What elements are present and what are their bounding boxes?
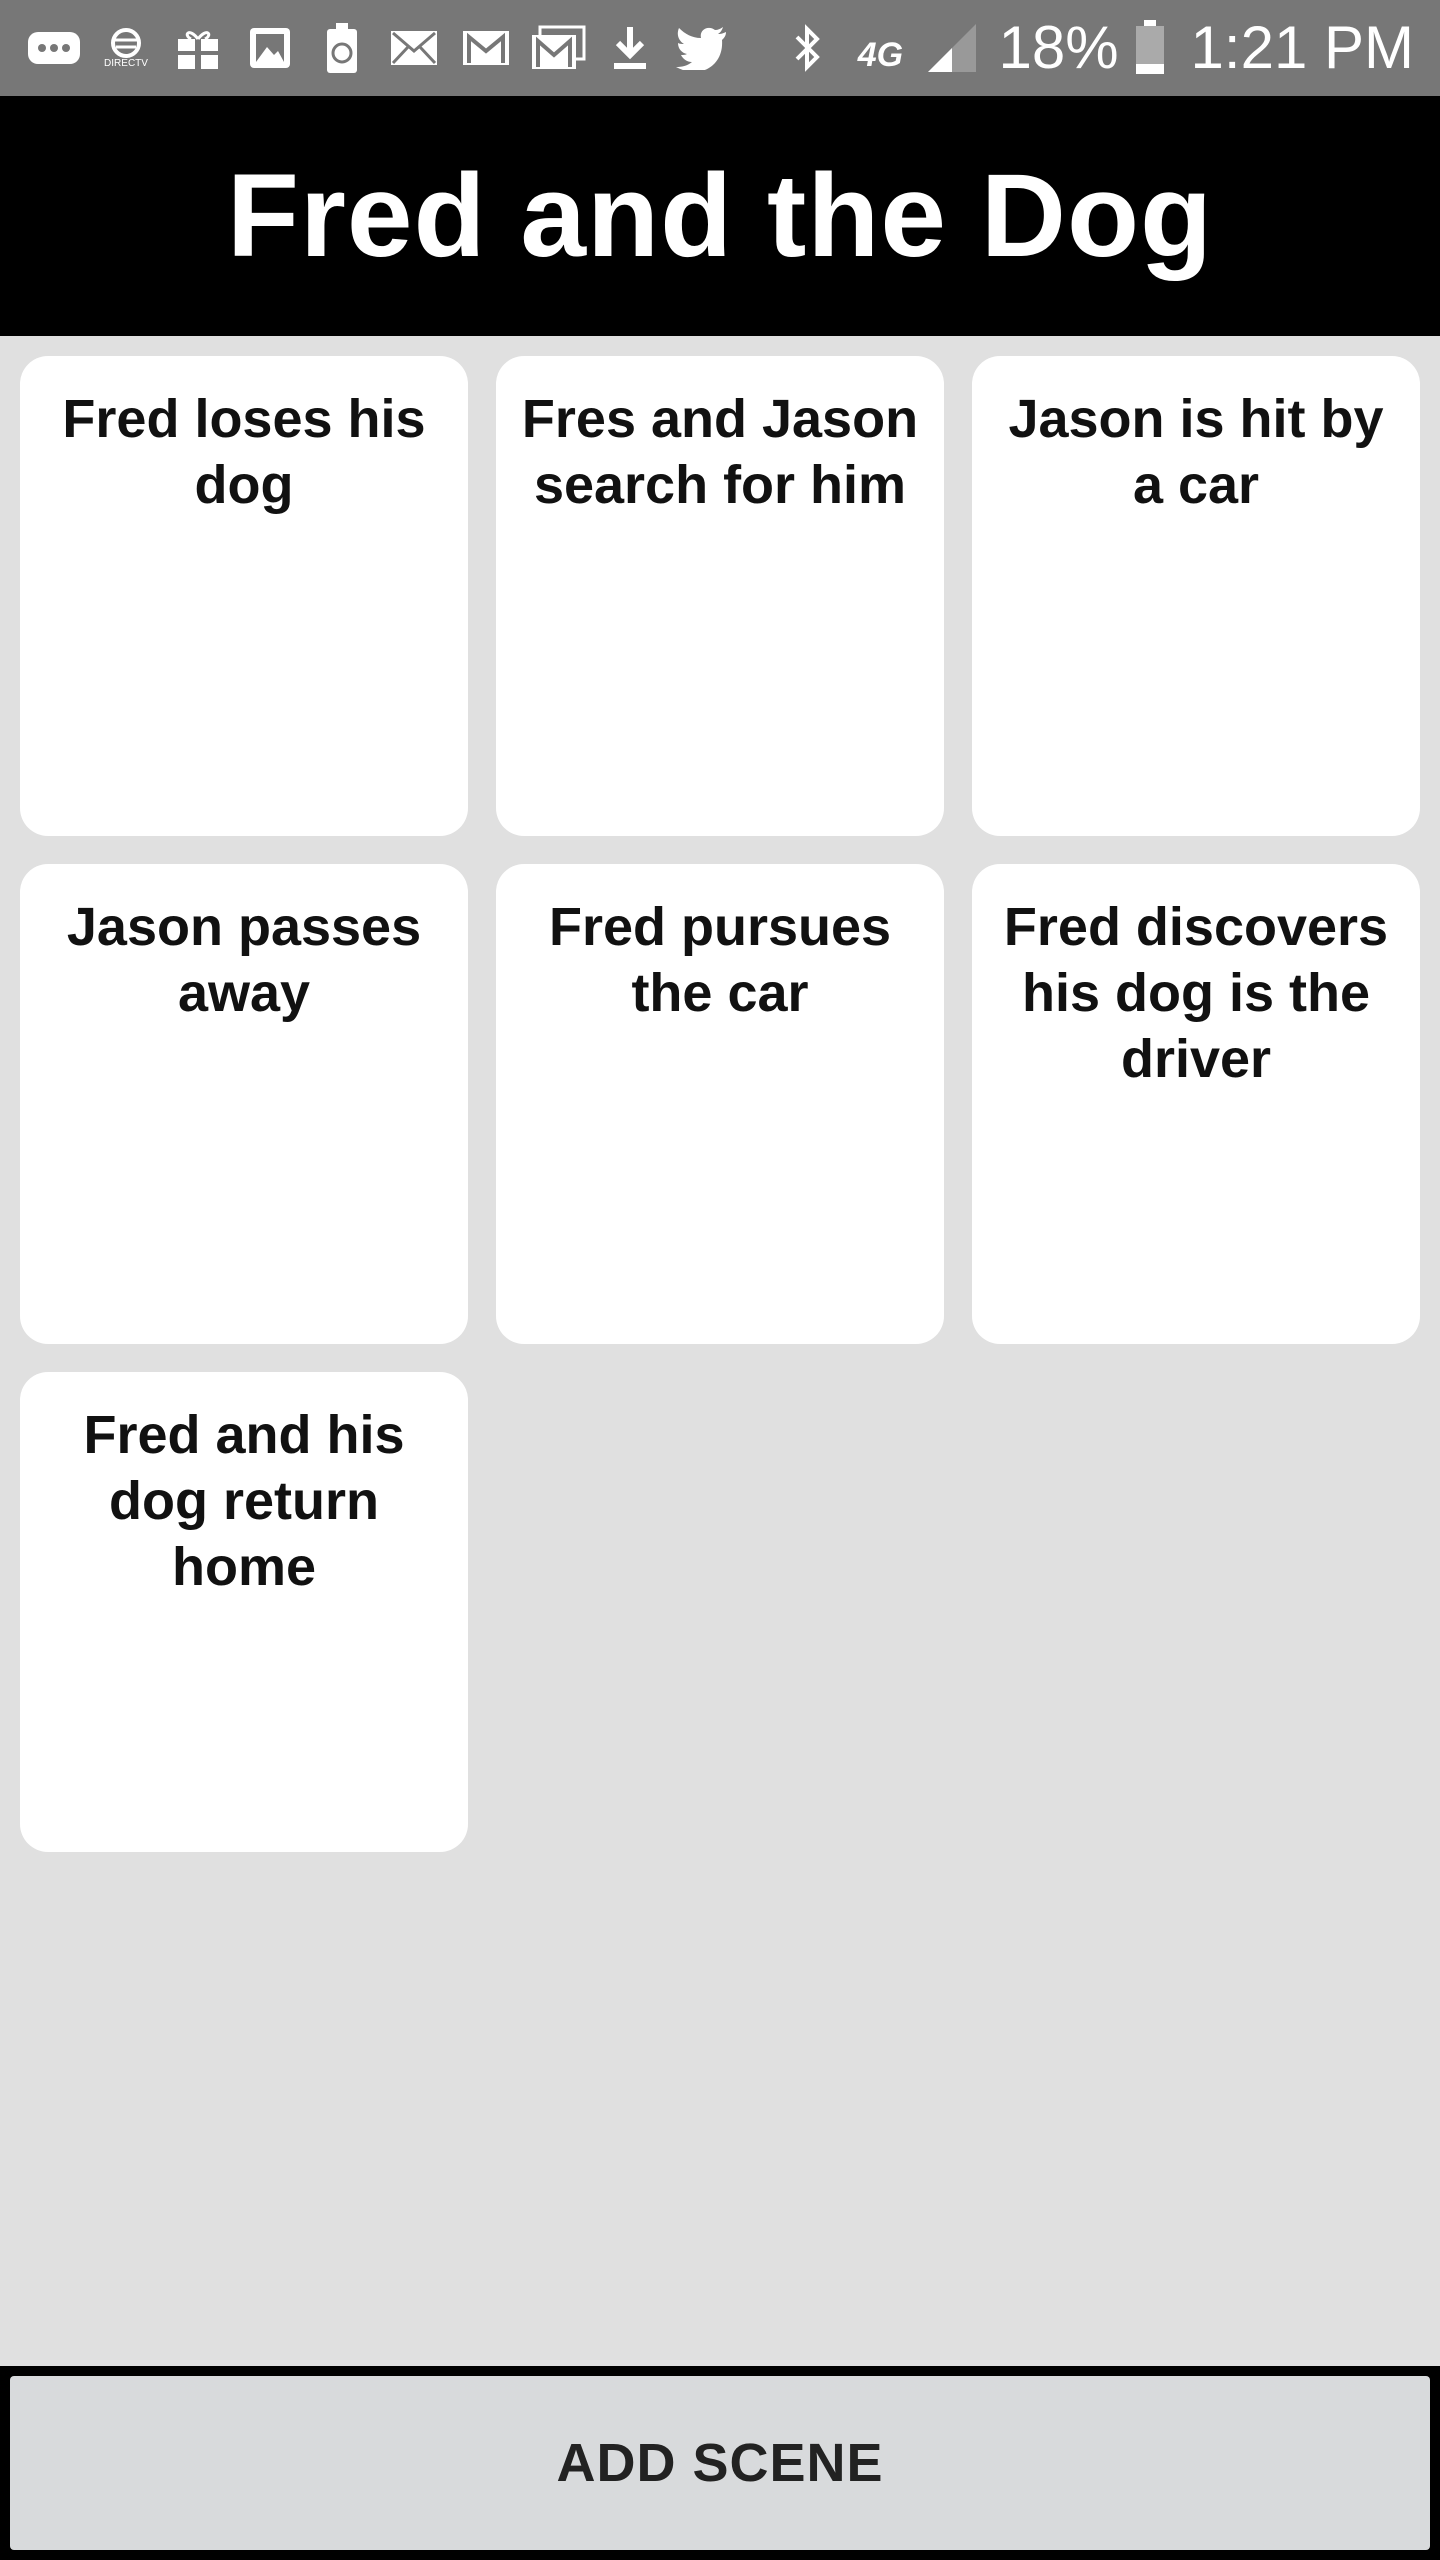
notification-icons: DIRECTV bbox=[26, 20, 746, 76]
scene-card[interactable]: Fred and his dog return home bbox=[20, 1372, 468, 1852]
twitter-icon bbox=[674, 20, 730, 76]
bluetooth-icon bbox=[780, 20, 836, 76]
carrier-label: DIRECTV bbox=[104, 57, 148, 69]
scene-label: Fred loses his dog bbox=[62, 389, 426, 515]
signal-icon bbox=[924, 20, 980, 76]
image-icon bbox=[242, 20, 298, 76]
email-icon bbox=[386, 20, 442, 76]
bottom-action-bar: ADD SCENE bbox=[0, 2366, 1440, 2560]
status-bar: DIRECTV 4G 18% 1:21 PM bbox=[0, 0, 1440, 96]
gmail-stack-icon bbox=[530, 20, 586, 76]
gift-icon bbox=[170, 20, 226, 76]
scene-label: Fred pursues the car bbox=[548, 897, 892, 1023]
battery-percent: 18% bbox=[998, 14, 1119, 81]
scene-card[interactable]: Fred pursues the car bbox=[496, 864, 944, 1344]
scene-label: Fres and Jason search for him bbox=[521, 389, 919, 515]
network-4g-icon: 4G bbox=[850, 20, 910, 76]
scene-card[interactable]: Fred loses his dog bbox=[20, 356, 468, 836]
scene-card[interactable]: Jason passes away bbox=[20, 864, 468, 1344]
battery-icon bbox=[1133, 20, 1167, 76]
scene-label: Fred discovers his dog is the driver bbox=[1003, 897, 1389, 1089]
gmail-icon bbox=[458, 20, 514, 76]
system-status: 4G 18% 1:21 PM bbox=[766, 18, 1414, 78]
clock: 1:21 PM bbox=[1190, 14, 1414, 81]
scene-card[interactable]: Fred discovers his dog is the driver bbox=[972, 864, 1420, 1344]
scene-label: Jason passes away bbox=[66, 897, 422, 1023]
download-icon bbox=[602, 20, 658, 76]
att-directv-icon: DIRECTV bbox=[98, 20, 154, 76]
scene-label: Jason is hit by a car bbox=[1008, 389, 1384, 515]
scene-card[interactable]: Fres and Jason search for him bbox=[496, 356, 944, 836]
add-scene-button[interactable]: ADD SCENE bbox=[10, 2376, 1430, 2550]
app-header: Fred and the Dog bbox=[0, 96, 1440, 336]
more-dots-icon bbox=[26, 20, 82, 76]
page-title: Fred and the Dog bbox=[226, 150, 1214, 282]
scene-label: Fred and his dog return home bbox=[83, 1405, 405, 1597]
scene-card[interactable]: Jason is hit by a car bbox=[972, 356, 1420, 836]
network-label: 4G bbox=[857, 35, 904, 74]
battery-recycle-icon bbox=[314, 20, 370, 76]
add-scene-label: ADD SCENE bbox=[556, 2433, 884, 2493]
